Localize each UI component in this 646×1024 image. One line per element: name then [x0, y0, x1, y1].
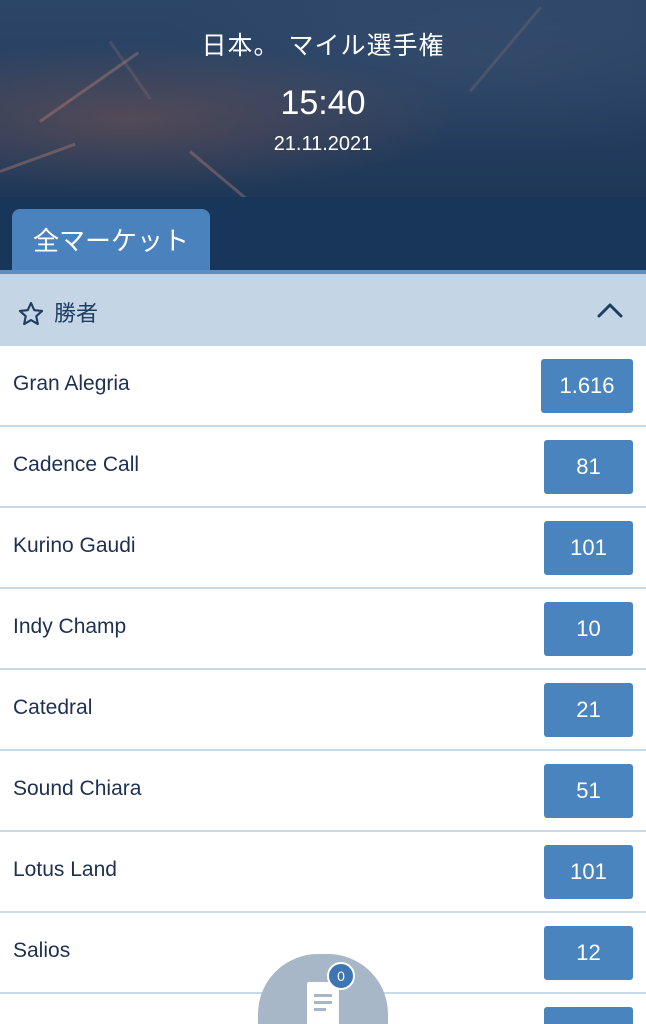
runner-name: Indy Champ [13, 615, 127, 638]
event-header: 日本。 マイル選手権 15:40 21.11.2021 [0, 0, 646, 197]
market-tabbar: 全マーケット [0, 197, 646, 274]
runner-name: Gran Alegria [13, 372, 130, 395]
odds-button[interactable]: 12 [544, 926, 633, 980]
event-title: 日本。 マイル選手権 [201, 31, 445, 60]
tab-all-markets[interactable]: 全マーケット [12, 209, 210, 270]
odds-button[interactable]: 51 [544, 764, 633, 818]
runner-row: Catedral 21 [0, 670, 646, 751]
runner-name: Catedral [13, 696, 93, 719]
runner-name: Sound Chiara [13, 777, 142, 800]
runner-row: Indy Champ 10 [0, 589, 646, 670]
runner-row: Gran Alegria 1.616 [0, 346, 646, 427]
odds-button[interactable]: 101 [544, 845, 633, 899]
market-title: 勝者 [54, 302, 99, 327]
odds-button[interactable]: 81 [544, 440, 633, 494]
runner-row: Lotus Land 101 [0, 832, 646, 913]
star-outline-icon[interactable] [17, 300, 45, 328]
market-header-winner[interactable]: 勝者 [0, 274, 646, 346]
odds-button[interactable] [544, 1007, 633, 1024]
runner-name: Kurino Gaudi [13, 534, 136, 557]
runner-row: Kurino Gaudi 101 [0, 508, 646, 589]
betslip-count-badge: 0 [327, 962, 355, 990]
event-date: 21.11.2021 [273, 133, 373, 155]
odds-button[interactable]: 1.616 [541, 359, 633, 413]
runner-list: Gran Alegria 1.616 Cadence Call 81 Kurin… [0, 346, 646, 1024]
runner-name: Cadence Call [13, 453, 140, 476]
chevron-up-icon[interactable] [596, 300, 624, 320]
odds-button[interactable]: 21 [544, 683, 633, 737]
runner-name: Salios [13, 939, 71, 962]
runner-row: Sound Chiara 51 [0, 751, 646, 832]
runner-name: Lotus Land [13, 858, 117, 881]
odds-button[interactable]: 101 [544, 521, 633, 575]
event-time: 15:40 [280, 84, 366, 122]
runner-row: Cadence Call 81 [0, 427, 646, 508]
odds-button[interactable]: 10 [544, 602, 633, 656]
